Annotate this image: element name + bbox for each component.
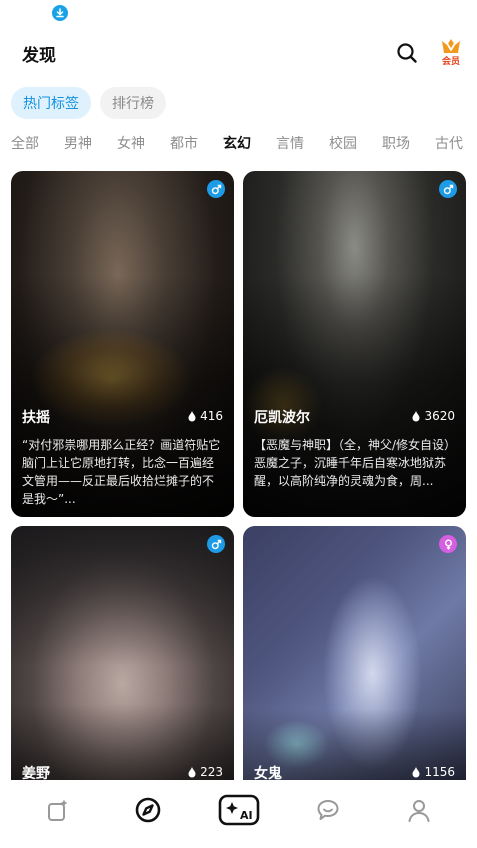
create-icon — [48, 799, 68, 821]
nav-discover[interactable] — [132, 794, 164, 826]
ai-icon: AI — [218, 794, 260, 826]
male-gender-badge — [439, 180, 457, 198]
character-description: “对付邪祟哪用那么正经？画道符贴它脑门上让它原地打转，比念一百遍经文管用——反正… — [22, 438, 221, 506]
search-button[interactable] — [394, 40, 420, 66]
nav-create[interactable] — [42, 794, 74, 826]
svg-text:AI: AI — [240, 809, 253, 822]
flame-icon — [412, 766, 420, 778]
category-male-god[interactable]: 男神 — [64, 133, 92, 153]
character-card[interactable]: 女鬼 1156 — [243, 526, 466, 780]
tab-hot-tags[interactable]: 热门标签 — [11, 87, 91, 119]
nav-ai[interactable]: AI — [216, 794, 262, 826]
category-workplace[interactable]: 职场 — [382, 133, 410, 153]
category-fantasy[interactable]: 玄幻 — [223, 133, 251, 153]
nav-chat[interactable] — [312, 794, 344, 826]
character-name: 女鬼 — [254, 766, 282, 780]
popularity-count: 1156 — [411, 765, 455, 779]
nav-profile[interactable] — [403, 794, 435, 826]
download-icon — [52, 5, 68, 21]
character-card[interactable]: 扶摇 416 “对付邪祟哪用那么正经？画道符贴它脑门上让它原地打转，比念一百遍经… — [11, 171, 234, 517]
category-all[interactable]: 全部 — [11, 133, 39, 153]
male-gender-badge — [207, 535, 225, 553]
vip-label: 会员 — [441, 57, 460, 67]
character-name: 姜野 — [22, 766, 50, 780]
flame-icon — [188, 410, 196, 422]
character-name: 扶摇 — [22, 410, 50, 426]
male-icon — [211, 184, 221, 194]
character-card[interactable]: 姜野 223 — [11, 526, 234, 780]
vip-button[interactable]: 会员 — [436, 38, 466, 68]
popularity-value: 3620 — [424, 409, 455, 423]
discover-icon — [135, 797, 161, 823]
character-description: 【恶魔与神职】（全，神父/修女自设）恶魔之子，沉睡千年后自寒冰地狱苏醒，以高阶纯… — [254, 438, 451, 488]
chat-icon — [317, 800, 339, 820]
category-romance[interactable]: 言情 — [276, 133, 304, 153]
tab-ranking[interactable]: 排行榜 — [100, 87, 166, 119]
page-title: 发现 — [22, 46, 56, 66]
category-urban[interactable]: 都市 — [170, 133, 198, 153]
male-icon — [443, 184, 453, 194]
female-icon — [444, 539, 452, 549]
character-card[interactable]: 厄凯波尔 3620 【恶魔与神职】（全，神父/修女自设）恶魔之子，沉睡千年后自寒… — [243, 171, 466, 517]
popularity-value: 223 — [200, 765, 223, 779]
category-tabs: 全部 男神 女神 都市 玄幻 言情 校园 职场 古代 — [0, 133, 477, 157]
popularity-count: 3620 — [411, 409, 455, 423]
popularity-count: 416 — [187, 409, 223, 423]
category-female-god[interactable]: 女神 — [117, 133, 145, 153]
profile-icon — [408, 800, 430, 822]
flame-icon — [412, 410, 420, 422]
popularity-value: 416 — [200, 409, 223, 423]
bottom-navigation: AI — [0, 780, 477, 848]
flame-icon — [188, 766, 196, 778]
search-icon — [397, 43, 417, 63]
male-gender-badge — [207, 180, 225, 198]
character-name: 厄凯波尔 — [254, 410, 310, 426]
top-header: 发现 会员 — [0, 36, 477, 70]
popularity-value: 1156 — [424, 765, 455, 779]
category-campus[interactable]: 校园 — [329, 133, 357, 153]
category-ancient[interactable]: 古代 — [435, 133, 463, 153]
male-icon — [211, 539, 221, 549]
female-gender-badge — [439, 535, 457, 553]
popularity-count: 223 — [187, 765, 223, 779]
